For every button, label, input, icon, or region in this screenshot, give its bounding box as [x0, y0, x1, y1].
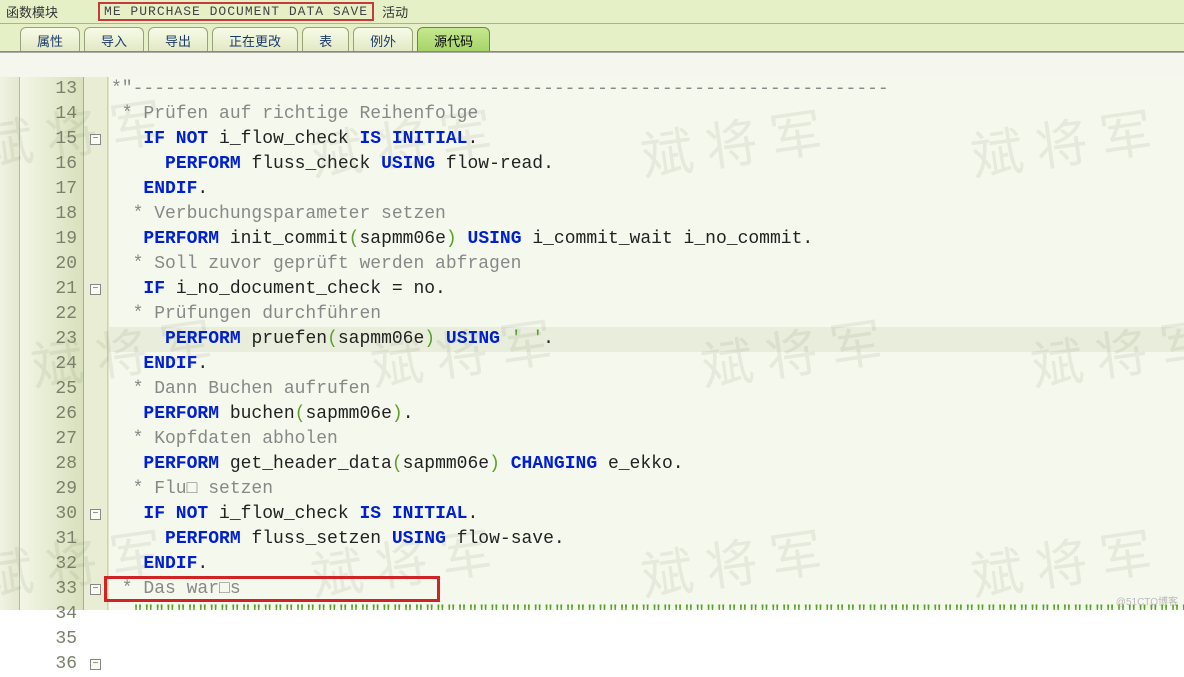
line-number: 26: [20, 402, 83, 427]
function-name-box: ME PURCHASE DOCUMENT DATA SAVE: [98, 2, 374, 21]
fold-marker[interactable]: [84, 252, 107, 277]
code-line[interactable]: * Das war□s: [109, 577, 1184, 602]
fold-marker[interactable]: [84, 627, 107, 652]
code-content[interactable]: *"--------------------------------------…: [108, 77, 1184, 610]
code-line[interactable]: PERFORM fluss_check USING flow-read.: [109, 152, 1184, 177]
tab-import[interactable]: 导入: [84, 27, 144, 51]
line-number: 23: [20, 327, 83, 352]
code-line[interactable]: ENDIF.: [109, 552, 1184, 577]
line-number: 18: [20, 202, 83, 227]
line-number: 24: [20, 352, 83, 377]
line-number: 15: [20, 127, 83, 152]
code-line[interactable]: IF i_no_document_check = no.: [109, 277, 1184, 302]
code-line[interactable]: * Kopfdaten abholen: [109, 427, 1184, 452]
line-number: 14: [20, 102, 83, 127]
line-number: 34: [20, 602, 83, 627]
fold-marker[interactable]: [84, 477, 107, 502]
code-line[interactable]: *"--------------------------------------…: [109, 77, 1184, 102]
footer-attribution: @51CTO博客: [1116, 593, 1178, 608]
line-number: 36: [20, 652, 83, 677]
code-line[interactable]: ENDIF.: [109, 177, 1184, 202]
line-number: 20: [20, 252, 83, 277]
code-line[interactable]: IF NOT i_flow_check IS INITIAL.: [109, 502, 1184, 527]
code-line[interactable]: * Dann Buchen aufrufen: [109, 377, 1184, 402]
fold-marker[interactable]: [84, 427, 107, 452]
tab-export[interactable]: 导出: [148, 27, 208, 51]
line-number: 17: [20, 177, 83, 202]
code-line[interactable]: ENDIF.: [109, 352, 1184, 377]
fold-marker[interactable]: [84, 402, 107, 427]
fold-marker[interactable]: [84, 177, 107, 202]
tab-tables[interactable]: 表: [302, 27, 349, 51]
code-line[interactable]: * Soll zuvor geprüft werden abfragen: [109, 252, 1184, 277]
code-line[interactable]: PERFORM init_commit(sapmm06e) USING i_co…: [109, 227, 1184, 252]
fold-marker[interactable]: [84, 202, 107, 227]
line-number: 19: [20, 227, 83, 252]
code-line[interactable]: PERFORM pruefen(sapmm06e) USING ' '.: [109, 327, 1184, 352]
fold-marker[interactable]: [84, 602, 107, 627]
line-number: 29: [20, 477, 83, 502]
header-bar: 函数模块 ME PURCHASE DOCUMENT DATA SAVE 活动: [0, 0, 1184, 24]
fold-marker[interactable]: [84, 102, 107, 127]
tab-changing[interactable]: 正在更改: [212, 27, 298, 51]
fold-marker[interactable]: [84, 327, 107, 352]
fold-marker[interactable]: −: [84, 577, 107, 602]
fold-marker[interactable]: −: [84, 277, 107, 302]
tab-attributes[interactable]: 属性: [20, 27, 80, 51]
fold-marker[interactable]: [84, 227, 107, 252]
line-number: 13: [20, 77, 83, 102]
fold-marker[interactable]: [84, 552, 107, 577]
line-number: 33: [20, 577, 83, 602]
fold-marker[interactable]: −: [84, 652, 107, 677]
fold-marker[interactable]: [84, 527, 107, 552]
code-line[interactable]: PERFORM fluss_setzen USING flow-save.: [109, 527, 1184, 552]
line-number: 28: [20, 452, 83, 477]
code-line[interactable]: * Prüfen auf richtige Reihenfolge: [109, 102, 1184, 127]
code-line[interactable]: * Flu□ setzen: [109, 477, 1184, 502]
line-number: 31: [20, 527, 83, 552]
fold-marker[interactable]: [84, 352, 107, 377]
outline-gutter: [0, 77, 20, 610]
line-number: 35: [20, 627, 83, 652]
line-number: 30: [20, 502, 83, 527]
line-number: 22: [20, 302, 83, 327]
fold-marker[interactable]: [84, 302, 107, 327]
line-number: 21: [20, 277, 83, 302]
tab-sourcecode[interactable]: 源代码: [417, 27, 490, 51]
code-line[interactable]: IF NOT i_flow_check IS INITIAL.: [109, 127, 1184, 152]
line-number: 32: [20, 552, 83, 577]
fold-gutter[interactable]: −−−−−: [84, 77, 108, 610]
fold-marker[interactable]: [84, 452, 107, 477]
code-line[interactable]: """"""""""""""""""""""""""""""""""""""""…: [109, 602, 1184, 610]
line-number-gutter: 1314151617181920212223242526272829303132…: [20, 77, 84, 610]
code-editor[interactable]: 1314151617181920212223242526272829303132…: [0, 52, 1184, 610]
line-number: 27: [20, 427, 83, 452]
fold-marker[interactable]: −: [84, 502, 107, 527]
fold-marker[interactable]: −: [84, 127, 107, 152]
fold-marker[interactable]: [84, 77, 107, 102]
code-line[interactable]: * Prüfungen durchführen: [109, 302, 1184, 327]
code-line[interactable]: * Verbuchungsparameter setzen: [109, 202, 1184, 227]
line-number: 25: [20, 377, 83, 402]
header-status: 活动: [382, 2, 408, 21]
fold-marker[interactable]: [84, 152, 107, 177]
line-number: 16: [20, 152, 83, 177]
code-line[interactable]: PERFORM get_header_data(sapmm06e) CHANGI…: [109, 452, 1184, 477]
code-line[interactable]: PERFORM buchen(sapmm06e).: [109, 402, 1184, 427]
tabs-bar: 属性 导入 导出 正在更改 表 例外 源代码: [0, 24, 1184, 52]
tab-exceptions[interactable]: 例外: [353, 27, 413, 51]
fold-marker[interactable]: [84, 377, 107, 402]
header-label: 函数模块: [6, 2, 58, 21]
